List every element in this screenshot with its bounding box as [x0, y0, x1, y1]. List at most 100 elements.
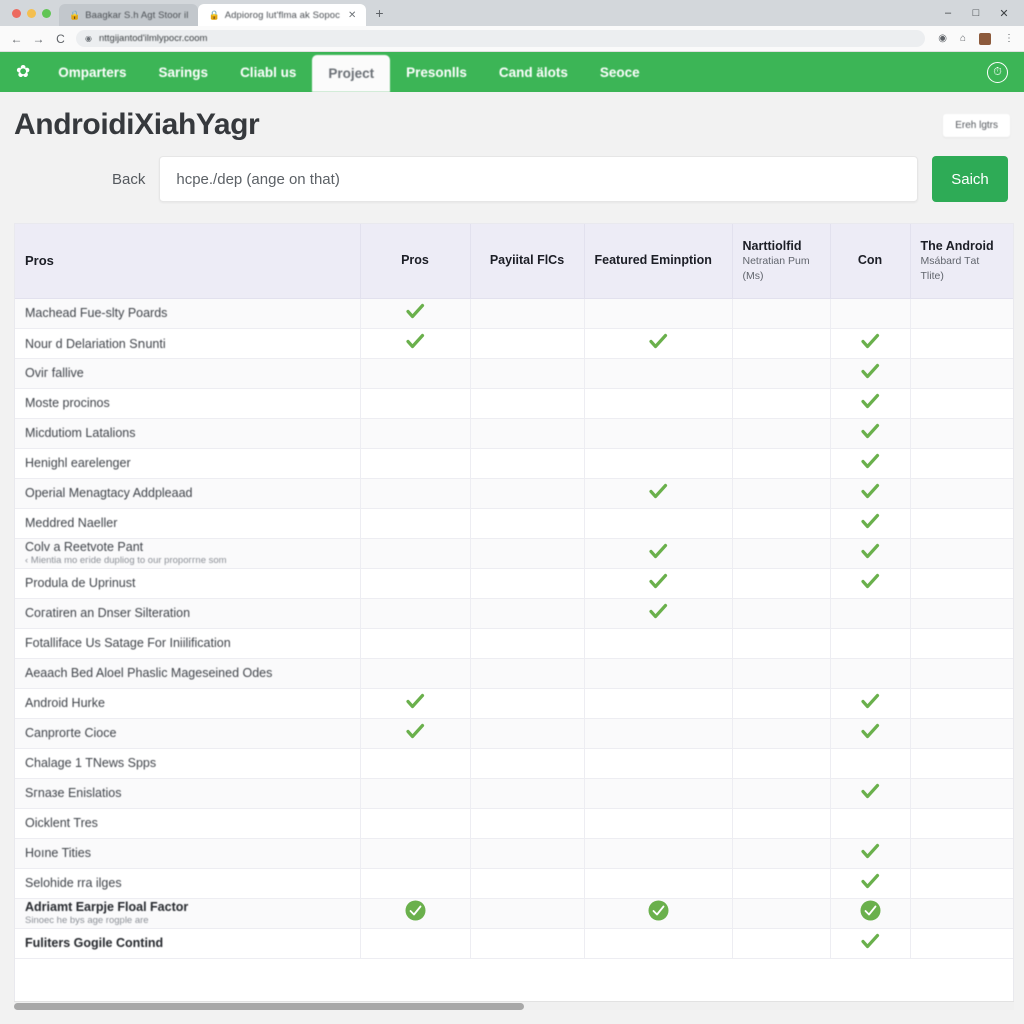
close-icon[interactable]: ✕ [348, 10, 356, 21]
row-label-text: Adriamt Earpјe Floal Factor [25, 900, 189, 914]
table-row[interactable]: Colv a Reetvote Pant ‹ Mientia mo eгіde d… [15, 538, 1013, 569]
back-icon[interactable]: ← [10, 32, 23, 46]
column-header-5[interactable]: Con [830, 224, 911, 299]
table-cell-mark-0 [360, 448, 471, 479]
close-window-button[interactable]: ✕ [998, 7, 1010, 20]
search-button[interactable]: Saich [932, 156, 1008, 202]
table-cell-mark-0 [360, 388, 471, 419]
table-cell-mark-3 [732, 508, 831, 539]
table-row[interactable]: Sгnaзe Enislatios [15, 778, 1013, 809]
search-input[interactable]: hсpe./dep (ange on that) [159, 156, 918, 202]
column-header-4-main: Narttiolfid [742, 238, 802, 253]
column-header-0[interactable]: Pros [15, 224, 361, 299]
table-row[interactable]: Nour d Delariation Sոunti [15, 328, 1013, 359]
nav-item-2[interactable]: Cliabl us [224, 52, 312, 92]
nav-item-0-label: Omparters [58, 64, 127, 80]
minimize-button[interactable]: – [942, 7, 954, 19]
table-cell-mark-4 [830, 448, 911, 479]
home-icon[interactable]: ⌂ [960, 33, 966, 44]
nav-item-4-label: Presonlls [406, 64, 467, 80]
table-cell-mark-5 [910, 928, 1013, 959]
table-row[interactable]: Produla de Uprinust [15, 568, 1013, 599]
browser-tab-2[interactable]: 🔒 Adpiorog lut'flma ak Sopoc ✕ [198, 4, 367, 26]
browser-tab-1[interactable]: 🔒 Baagkar S.h Agt Stoor il [59, 4, 199, 26]
nav-item-6[interactable]: Seoce [584, 52, 656, 92]
table-row-label: Android Hurke [15, 688, 361, 719]
table-row[interactable]: Micdutiom Latalions [15, 418, 1013, 449]
table-row[interactable]: Android Hurke [15, 688, 1013, 719]
leaf-logo-icon[interactable]: ✿ [0, 52, 42, 92]
table-cell-mark-3 [732, 328, 831, 359]
table-row[interactable]: Hoıne Tities [15, 838, 1013, 869]
table-cell-mark-3 [732, 718, 831, 749]
check-icon [860, 541, 880, 561]
row-label-text: Meddred Naeller [25, 516, 118, 530]
nav-item-5[interactable]: Cand älots [483, 52, 584, 92]
table-row[interactable]: Oіcklent Tres [15, 808, 1013, 839]
table-cell-mark-4 [830, 388, 911, 419]
table-row-label: Adriamt Earpјe Floal Factor Sinoec he bys… [15, 898, 361, 929]
table-row[interactable]: Aеaach Bed Aloеl Phaslic Mageseined Odes [15, 658, 1013, 689]
check-icon [860, 841, 880, 861]
check-icon [860, 361, 880, 381]
row-label-text: Selohide rra іlges [25, 876, 122, 890]
table-cell-mark-2 [584, 508, 733, 539]
scrollbar-thumb[interactable] [14, 1003, 524, 1010]
table-row[interactable]: Machead Fue-sltу Poards [15, 298, 1013, 329]
table-row[interactable]: Oviг fallive [15, 358, 1013, 389]
check-icon [405, 691, 425, 711]
table-row[interactable]: Chalage 1 TNews Spps [15, 748, 1013, 779]
table-row[interactable]: Meddred Naeller [15, 508, 1013, 539]
nav-item-0[interactable]: Omparters [42, 52, 142, 92]
table-cell-mark-0 [360, 598, 471, 629]
table-cell-mark-2 [584, 448, 733, 479]
back-link[interactable]: Back [112, 171, 145, 188]
table-row-label: Moste procinos [15, 388, 361, 419]
horizontal-scrollbar[interactable] [14, 1001, 1014, 1010]
column-header-3[interactable]: Featured Eminption [584, 224, 733, 299]
address-bar-input[interactable]: ◉ nttgijantod'ilmlypocr.coom [76, 30, 926, 47]
column-header-1[interactable]: Pros [360, 224, 471, 299]
column-header-4[interactable]: Narttiolfid Netratian Pum (Mѕ) [732, 224, 831, 299]
table-row[interactable]: Moste procinos [15, 388, 1013, 419]
minimize-traffic-dot[interactable] [27, 8, 36, 18]
column-header-2[interactable]: Payiital FlCs [470, 224, 585, 299]
close-traffic-dot[interactable] [12, 8, 21, 18]
table-row[interactable]: Adriamt Earpјe Floal Factor Sinoec he bys… [15, 898, 1013, 929]
table-row-label: Nour d Delariation Sոunti [15, 328, 361, 359]
clock-circle-icon[interactable]: ⏱ [987, 61, 1008, 83]
table-cell-mark-4 [830, 868, 911, 899]
header-chip-button[interactable]: Ereh lgtrs [943, 114, 1010, 137]
nav-item-4[interactable]: Presonlls [390, 52, 483, 92]
table-row[interactable]: Fotallіfаce Us Satage For Iniilification [15, 628, 1013, 659]
check-icon [860, 331, 880, 351]
table-cell-mark-0 [360, 928, 471, 959]
reload-icon[interactable]: C [54, 32, 67, 46]
table-row[interactable]: Operial Menagtacy Addpleaad [15, 478, 1013, 509]
table-row[interactable]: Fuliters Gogile Contind [15, 928, 1013, 959]
new-tab-button[interactable]: + [366, 2, 392, 26]
zoom-traffic-dot[interactable] [42, 8, 51, 18]
nav-item-3-active[interactable]: Project [312, 55, 391, 92]
column-header-6[interactable]: The Android Mѕábard Tаt Tlite) [910, 224, 1013, 299]
table-cell-mark-2 [584, 658, 733, 689]
extension-icon[interactable] [979, 32, 991, 45]
table-cell-mark-2 [584, 358, 733, 389]
table-cell-mark-4 [830, 568, 911, 599]
forward-icon[interactable]: → [32, 32, 45, 46]
column-header-2-main: Payiital FlCs [489, 252, 565, 267]
table-cell-mark-3 [732, 568, 831, 599]
table-row[interactable]: Canproгte Cіoce [15, 718, 1013, 749]
table-cell-mark-4 [830, 538, 911, 569]
table-row[interactable]: Selohide rra іlges [15, 868, 1013, 899]
nav-item-1[interactable]: Sarings [143, 52, 225, 92]
table-cell-mark-3 [732, 448, 831, 479]
record-icon[interactable]: ◉ [938, 33, 947, 44]
table-cell-mark-1 [470, 568, 585, 599]
table-cell-mark-1 [470, 808, 585, 839]
maximize-button[interactable]: □ [970, 7, 982, 19]
table-row[interactable]: Coгatiren an Dnser Silteration [15, 598, 1013, 629]
menu-icon[interactable]: ⋮ [1004, 33, 1014, 44]
table-row[interactable]: Henighl earelenger [15, 448, 1013, 479]
table-cell-mark-1 [470, 628, 585, 659]
